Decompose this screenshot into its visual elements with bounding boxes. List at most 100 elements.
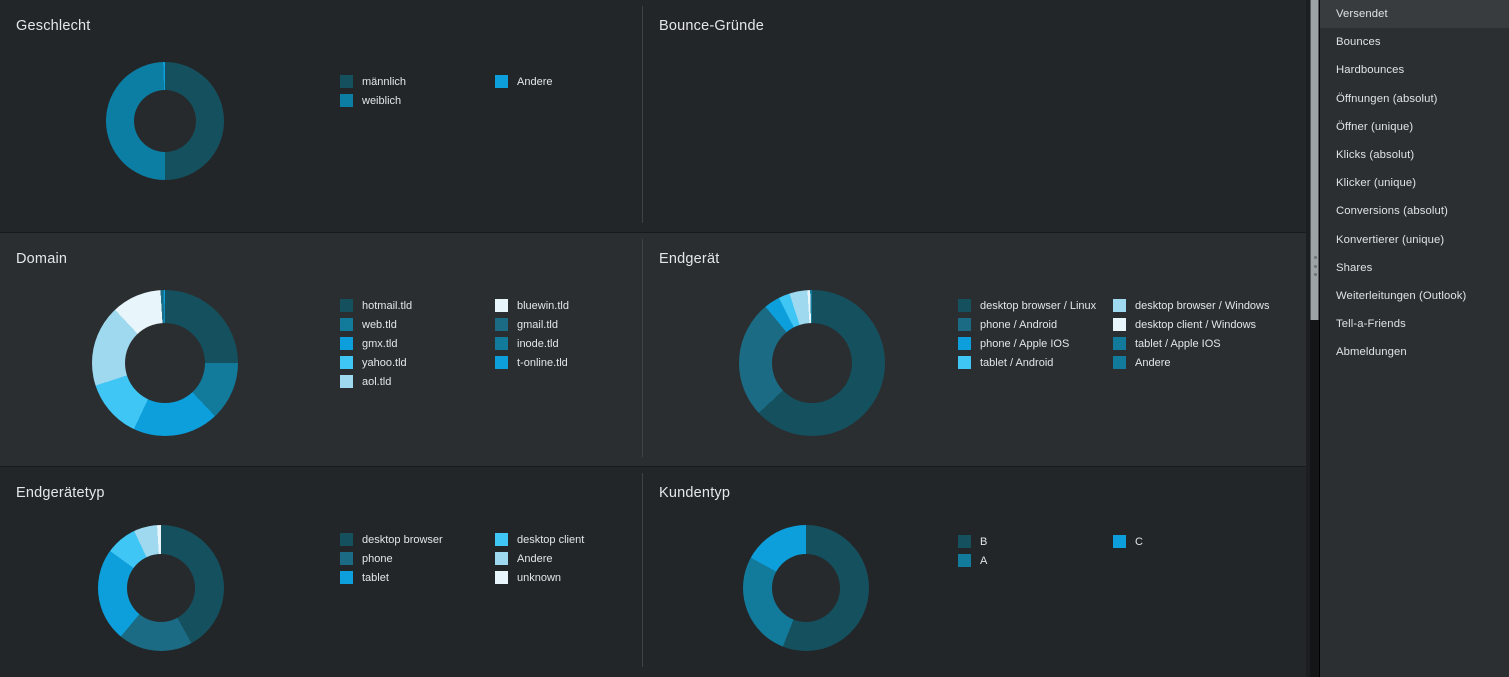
legend-swatch [495,356,508,369]
donut-chart-endgeraetetyp[interactable] [0,501,340,651]
sidebar-item-11[interactable]: Tell-a-Friends [1320,310,1509,338]
legend-label: desktop client [517,533,585,546]
legend-item[interactable]: gmail.tld [495,317,650,332]
sidebar-item-2[interactable]: Hardbounces [1320,56,1509,84]
legend-item[interactable]: web.tld [340,317,495,332]
legend-item[interactable]: Andere [1113,355,1268,370]
sidebar-item-7[interactable]: Conversions (absolut) [1320,197,1509,225]
sidebar-item-9[interactable]: Shares [1320,254,1509,282]
legend-item[interactable]: desktop client [495,532,650,547]
donut-chart-kundentyp[interactable] [643,501,983,651]
sidebar-item-label: Hardbounces [1336,64,1405,77]
legend-item[interactable]: phone [340,551,495,566]
legend-swatch [495,299,508,312]
legend-label: web.tld [362,318,397,331]
legend-swatch [340,375,353,388]
legend-label: männlich [362,75,407,88]
drag-handle-icon[interactable] [1314,256,1318,276]
metrics-sidebar: Versendet Bounces Hardbounces Öffnungen (ab… [1320,0,1509,677]
sidebar-item-10[interactable]: Weiterleitungen (Outlook) [1320,282,1509,310]
donut-chart-domain[interactable] [0,267,340,436]
legend-swatch [340,552,353,565]
legend-swatch [340,75,353,88]
legend-item[interactable]: Andere [495,551,650,566]
legend-label: inode.tld [517,337,559,350]
legend-label: t-online.tld [517,356,568,369]
legend-swatch [340,337,353,350]
donut-ring [92,290,238,436]
donut-ring [739,290,885,436]
legend-swatch [340,356,353,369]
donut-chart-endgeraet[interactable] [643,267,983,436]
sidebar-item-label: Tell-a-Friends [1336,318,1406,331]
legend-label: phone [362,552,393,565]
legend-swatch [495,318,508,331]
legend-label: desktop browser [362,533,443,546]
legend-swatch [495,75,508,88]
legend-item[interactable]: desktop browser / Windows [1113,298,1270,313]
legend-item[interactable]: desktop browser [340,532,495,547]
legend-swatch [1113,337,1126,350]
legend-label: tablet / Android [980,356,1054,369]
legend-item[interactable]: bluewin.tld [495,298,650,313]
legend-item[interactable]: C [1113,534,1268,549]
legend-item[interactable]: inode.tld [495,336,650,351]
legend-swatch [1113,318,1126,331]
legend-swatch [340,533,353,546]
legend-swatch [1113,299,1126,312]
sidebar-item-0[interactable]: Versendet [1320,0,1509,29]
sidebar-item-label: Conversions (absolut) [1336,205,1448,218]
legend-item[interactable]: t-online.tld [495,355,650,370]
sidebar-item-5[interactable]: Klicks (absolut) [1320,141,1509,169]
legend-domain: hotmail.tld web.tld gmx.tld yahoo.tld aol.tl… [340,298,650,389]
legend-item[interactable]: männlich [340,74,495,89]
dashboard-row-3: Endgerätetyp desktop browser phone tablet d… [0,467,1306,677]
legend-item[interactable]: tablet [340,570,495,585]
legend-label: tablet / Apple IOS [1135,337,1221,350]
sidebar-item-label: Öffnungen (absolut) [1336,92,1438,105]
legend-swatch [340,94,353,107]
sidebar-item-label: Öffner (unique) [1336,120,1414,133]
sidebar-item-4[interactable]: Öffner (unique) [1320,113,1509,141]
sidebar-item-label: Klicker (unique) [1336,177,1417,190]
sidebar-item-label: Versendet [1336,8,1388,21]
dashboard-grid: Geschlecht männlich weiblich Andere Bounce… [0,0,1306,677]
legend-item[interactable]: tablet / Apple IOS [1113,336,1268,351]
sidebar-item-label: Shares [1336,261,1373,274]
legend-item[interactable]: yahoo.tld [340,355,495,370]
sidebar-item-8[interactable]: Konvertierer (unique) [1320,226,1509,254]
legend-item[interactable]: aol.tld [340,374,495,389]
sidebar-item-3[interactable]: Öffnungen (absolut) [1320,85,1509,113]
legend-label: phone / Apple IOS [980,337,1070,350]
sidebar-item-12[interactable]: Abmeldungen [1320,338,1509,366]
legend-label: desktop client / Windows [1135,318,1257,331]
panel-title: Endgerät [659,251,720,267]
legend-item[interactable]: unknown [495,570,650,585]
legend-label: yahoo.tld [362,356,407,369]
legend-swatch [1113,356,1126,369]
legend-label: desktop browser / Windows [1135,299,1270,312]
sidebar-item-1[interactable]: Bounces [1320,28,1509,56]
legend-item[interactable]: hotmail.tld [340,298,495,313]
legend-item[interactable]: weiblich [340,93,495,108]
panel-title: Bounce-Gründe [659,18,764,34]
donut-chart-geschlecht[interactable] [0,34,340,180]
panel-title: Domain [16,251,68,267]
legend-item[interactable]: gmx.tld [340,336,495,351]
legend-swatch [340,318,353,331]
legend-label: Andere [517,552,553,565]
legend-label: aol.tld [362,375,392,388]
legend-item[interactable]: Andere [495,74,650,89]
sidebar-item-label: Bounces [1336,36,1381,49]
sidebar-item-6[interactable]: Klicker (unique) [1320,169,1509,197]
legend-label: unknown [517,571,562,584]
panel-domain: Domain hotmail.tld web.tld gmx.tld yahoo.tl… [0,233,643,467]
panel-endgeraetetyp: Endgerätetyp desktop browser phone tablet d… [0,467,643,677]
legend-swatch [495,552,508,565]
legend-item[interactable]: desktop client / Windows [1113,317,1268,332]
legend-swatch [495,571,508,584]
legend-label: Andere [1135,356,1171,369]
legend-label: gmail.tld [517,318,558,331]
panel-bounce-gruende: Bounce-Gründe [643,0,1306,233]
panel-title: Endgerätetyp [16,485,105,501]
